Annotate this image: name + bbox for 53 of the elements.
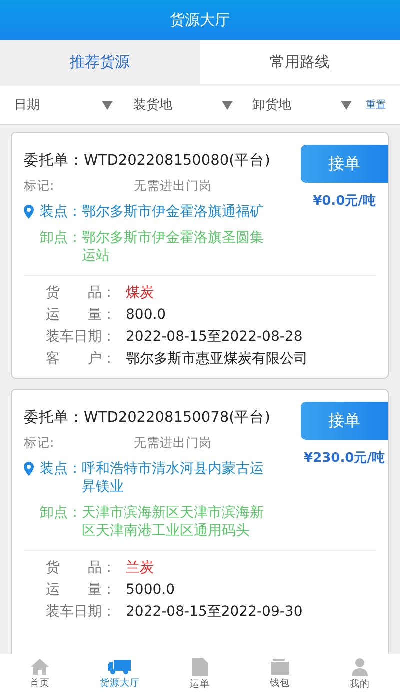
detail-value: 兰炭 [126, 559, 154, 578]
reset-link[interactable]: 重置 [362, 98, 390, 112]
detail-value: 2022-08-15至2022-08-28 [126, 328, 303, 347]
nav-item[interactable]: 货源大厅 [80, 654, 160, 694]
accept-order-button[interactable]: 接单 [301, 402, 388, 440]
detail-label: 装车日期： [46, 603, 117, 622]
detail-label: 客 户： [46, 350, 117, 369]
unload-label: 卸点： [40, 229, 82, 247]
dropdown-caret-icon [340, 100, 352, 110]
detail-value: 800.0 [126, 306, 166, 325]
nav-item[interactable]: 我的 [320, 654, 400, 694]
detail-value: 5000.0 [126, 581, 175, 600]
detail-label: 运 量： [46, 306, 117, 325]
page-title: 货源大厅 [170, 10, 230, 30]
detail-label: 运 量： [46, 581, 117, 600]
detail-value: 2022-08-15至2022-09-30 [126, 603, 303, 622]
price: ¥0.0元/吨 [313, 193, 376, 210]
dropdown-caret-icon [222, 100, 233, 110]
order-number: 委托单：WTD202208150078(平台) [24, 408, 272, 427]
unload-address: 鄂尔多斯市伊金霍洛旗圣圆集运站 [82, 229, 265, 265]
mark-label: 标记: [24, 178, 56, 195]
unload-label: 卸点： [40, 504, 82, 522]
detail-value: 鄂尔多斯市惠亚煤炭有限公司 [126, 350, 308, 369]
wallet-icon [271, 658, 289, 674]
order-number: 委托单：WTD202208150080(平台) [24, 152, 272, 170]
accept-order-button[interactable]: 接单 [301, 145, 388, 183]
user-icon [352, 658, 368, 676]
load-label: 装点： [40, 460, 82, 478]
mark-label: 标记: [24, 435, 56, 452]
filter-dropdown[interactable]: 日期 [14, 96, 124, 114]
dropdown-caret-icon [102, 100, 114, 110]
detail-value: 煤炭 [126, 284, 154, 303]
nav-item[interactable]: 首页 [0, 654, 80, 694]
load-label: 装点： [40, 203, 82, 221]
detail-label: 装车日期： [46, 328, 117, 347]
document-icon [192, 658, 208, 676]
unload-address: 天津市滨海新区天津市滨海新区天津南港工业区通用码头 [82, 504, 265, 540]
mark-value: 无需进出门岗 [134, 435, 212, 452]
filter-dropdown[interactable]: 卸货地 [242, 96, 362, 114]
tab[interactable]: 推荐货源 [0, 40, 200, 84]
location-pin-icon [24, 205, 34, 219]
load-address: 鄂尔多斯市伊金霍洛旗通福矿 [82, 203, 265, 221]
load-address: 呼和浩特市清水河县内蒙古运昇镁业 [82, 460, 265, 496]
nav-item[interactable]: 运单 [160, 654, 240, 694]
location-pin-icon [24, 462, 34, 476]
price: ¥230.0元/吨 [304, 450, 385, 467]
nav-item[interactable]: 钱包 [240, 654, 320, 694]
home-icon [31, 658, 49, 674]
filter-dropdown[interactable]: 装货地 [123, 96, 243, 114]
mark-value: 无需进出门岗 [134, 178, 212, 195]
truck-icon [108, 658, 132, 674]
detail-label: 货 品： [46, 284, 117, 303]
detail-label: 货 品： [46, 559, 117, 578]
